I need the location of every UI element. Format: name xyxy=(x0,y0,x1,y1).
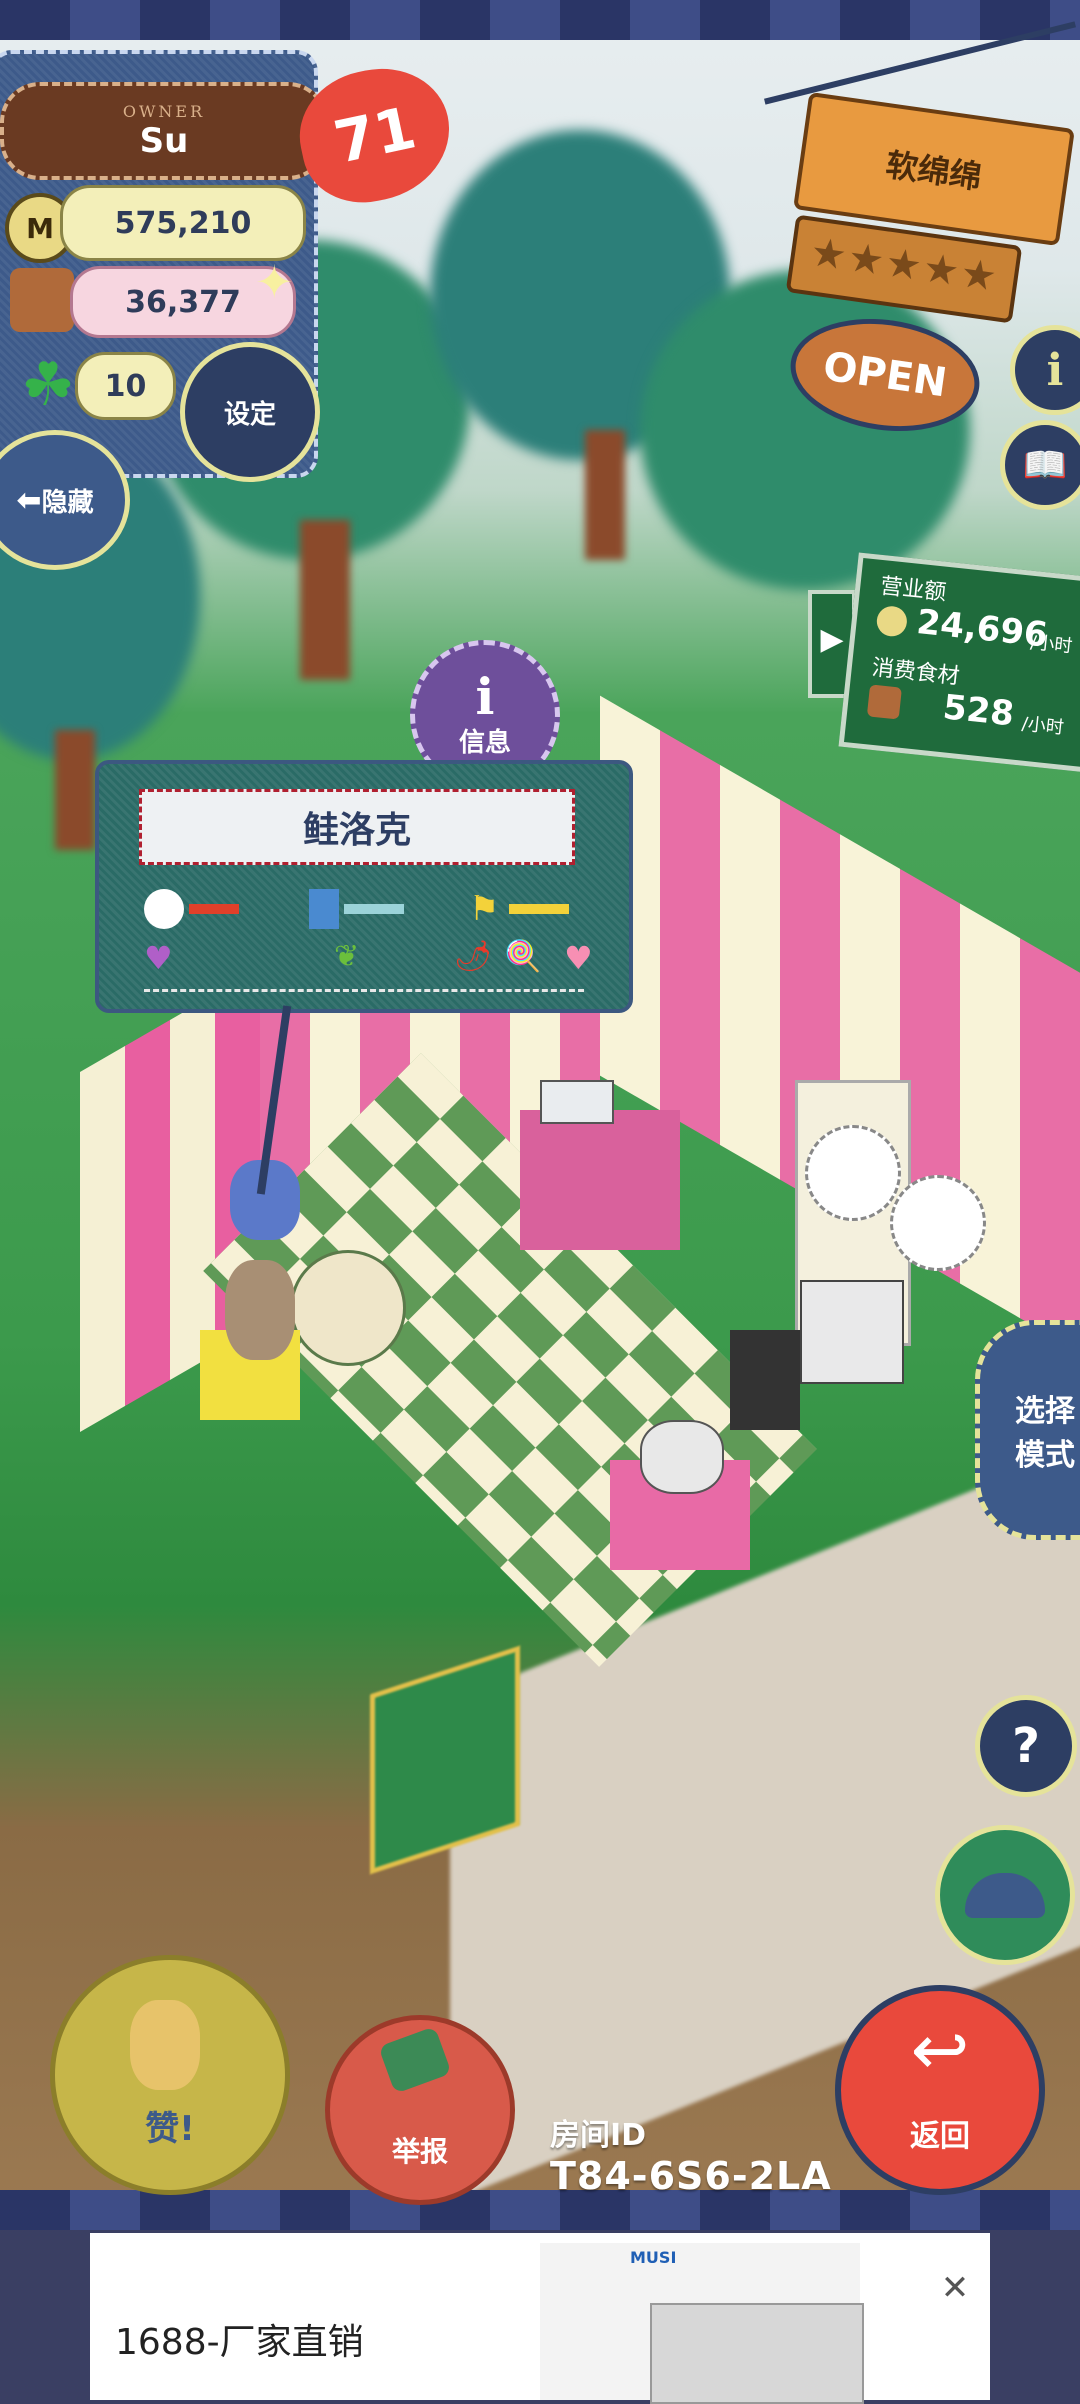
thumbs-up-icon xyxy=(130,2000,200,2090)
broken-heart-icon: ♥ xyxy=(144,939,173,977)
candy-icon: 🍭 xyxy=(504,939,542,974)
hat-button[interactable] xyxy=(935,1825,1075,1965)
like-label: 赞! xyxy=(145,2109,195,2149)
help-button[interactable]: ? xyxy=(975,1695,1077,1797)
tree xyxy=(640,270,970,590)
preference-line: ♥ ❦ 🌶 🍭 ♥ xyxy=(144,939,593,992)
service-skill-bar xyxy=(509,904,569,914)
ingredients-basket-icon xyxy=(10,268,74,332)
rice-cooker xyxy=(640,1420,724,1494)
sales-board: 营业额 24,696 /小时 消费食材 528 /小时 xyxy=(838,552,1080,773)
revenue-unit: /小时 xyxy=(1029,631,1074,658)
food-bubble xyxy=(805,1125,901,1221)
room-id-label: 房间ID xyxy=(550,2118,647,2153)
clover-icon: ☘ xyxy=(21,350,75,420)
coin-icon xyxy=(875,604,909,638)
clovers-display: 10 xyxy=(75,352,176,420)
cooking-skill-bar xyxy=(189,904,239,914)
report-label: 举报 xyxy=(391,2135,448,2168)
settings-button[interactable]: 设定 xyxy=(180,342,320,482)
level-value: 71 xyxy=(328,93,422,177)
chili-icon: 🌶 xyxy=(454,939,493,974)
oven-image xyxy=(650,2303,864,2404)
bottom-border-strip xyxy=(0,2190,1080,2230)
info-icon: i xyxy=(475,666,495,726)
consumption-unit: /小时 xyxy=(1020,713,1065,739)
arrow-left-icon: ⬅ xyxy=(16,482,42,518)
mode-select-label: 选择模式 xyxy=(1015,1394,1075,1473)
character-name: 鲑洛克 xyxy=(302,810,411,851)
food-bubble xyxy=(890,1175,986,1271)
room-id-value: T84-6S6-2LA xyxy=(550,2154,832,2198)
ad-close-button[interactable]: ✕ xyxy=(935,2268,975,2308)
leaf-icon: ❦ xyxy=(334,939,360,974)
bear-customer[interactable] xyxy=(225,1260,295,1360)
microwave xyxy=(800,1280,904,1384)
owner-name-plate: OWNER Su xyxy=(0,82,328,180)
top-border-strip xyxy=(0,0,1080,40)
owner-caption: OWNER xyxy=(122,101,206,121)
counter-table xyxy=(520,1110,680,1250)
return-arrow-icon: ↩ xyxy=(910,2009,970,2091)
revenue-label: 营业额 xyxy=(879,573,948,606)
tree-trunk xyxy=(300,520,350,680)
consumption-label: 消费食材 xyxy=(870,655,961,690)
help-icon: ? xyxy=(1012,1718,1040,1774)
hide-label: 隐藏 xyxy=(41,487,94,518)
ad-text[interactable]: 1688-厂家直销 xyxy=(115,2313,364,2365)
ad-banner[interactable]: 1688-厂家直销 MUSI ✕ xyxy=(90,2233,990,2404)
coins-display: 575,210 xyxy=(60,185,306,261)
chef-hat-icon xyxy=(144,889,184,929)
ad-product-image[interactable]: MUSI xyxy=(540,2243,864,2404)
flag-icon: ⚑ xyxy=(469,889,500,929)
ad-brand: MUSI xyxy=(630,2248,677,2267)
round-table xyxy=(290,1250,406,1366)
character-name-ribbon: 鲑洛克 xyxy=(139,789,575,865)
knowledge-skill-bar xyxy=(344,904,404,914)
mode-select-button[interactable]: 选择模式 xyxy=(975,1320,1080,1540)
settings-label: 设定 xyxy=(223,399,276,430)
cash-register xyxy=(540,1080,614,1124)
ingredients-basket-icon xyxy=(866,684,902,720)
hat-icon xyxy=(965,1872,1045,1918)
room-id-block: 房间ID T84-6S6-2LA xyxy=(550,2110,832,2198)
tree-trunk xyxy=(55,730,95,850)
character-card: 鲑洛克 ⚑ ♥ ❦ 🌶 🍭 ♥ xyxy=(95,760,633,1013)
recipe-book-icon[interactable]: 📖 xyxy=(1000,420,1080,510)
info-label: 信息 xyxy=(458,727,511,758)
coffee-maker xyxy=(730,1330,800,1430)
shop-name: 软绵绵 xyxy=(883,145,984,197)
heart-icon: ♥ xyxy=(564,939,593,977)
sparkle-icon: ✦ xyxy=(255,255,294,309)
tree-trunk xyxy=(585,430,625,560)
consumption-value: 528 xyxy=(941,687,1016,735)
owner-name: Su xyxy=(139,120,189,161)
back-label: 返回 xyxy=(910,2119,970,2154)
book-icon xyxy=(309,889,339,929)
open-label: OPEN xyxy=(820,343,950,407)
